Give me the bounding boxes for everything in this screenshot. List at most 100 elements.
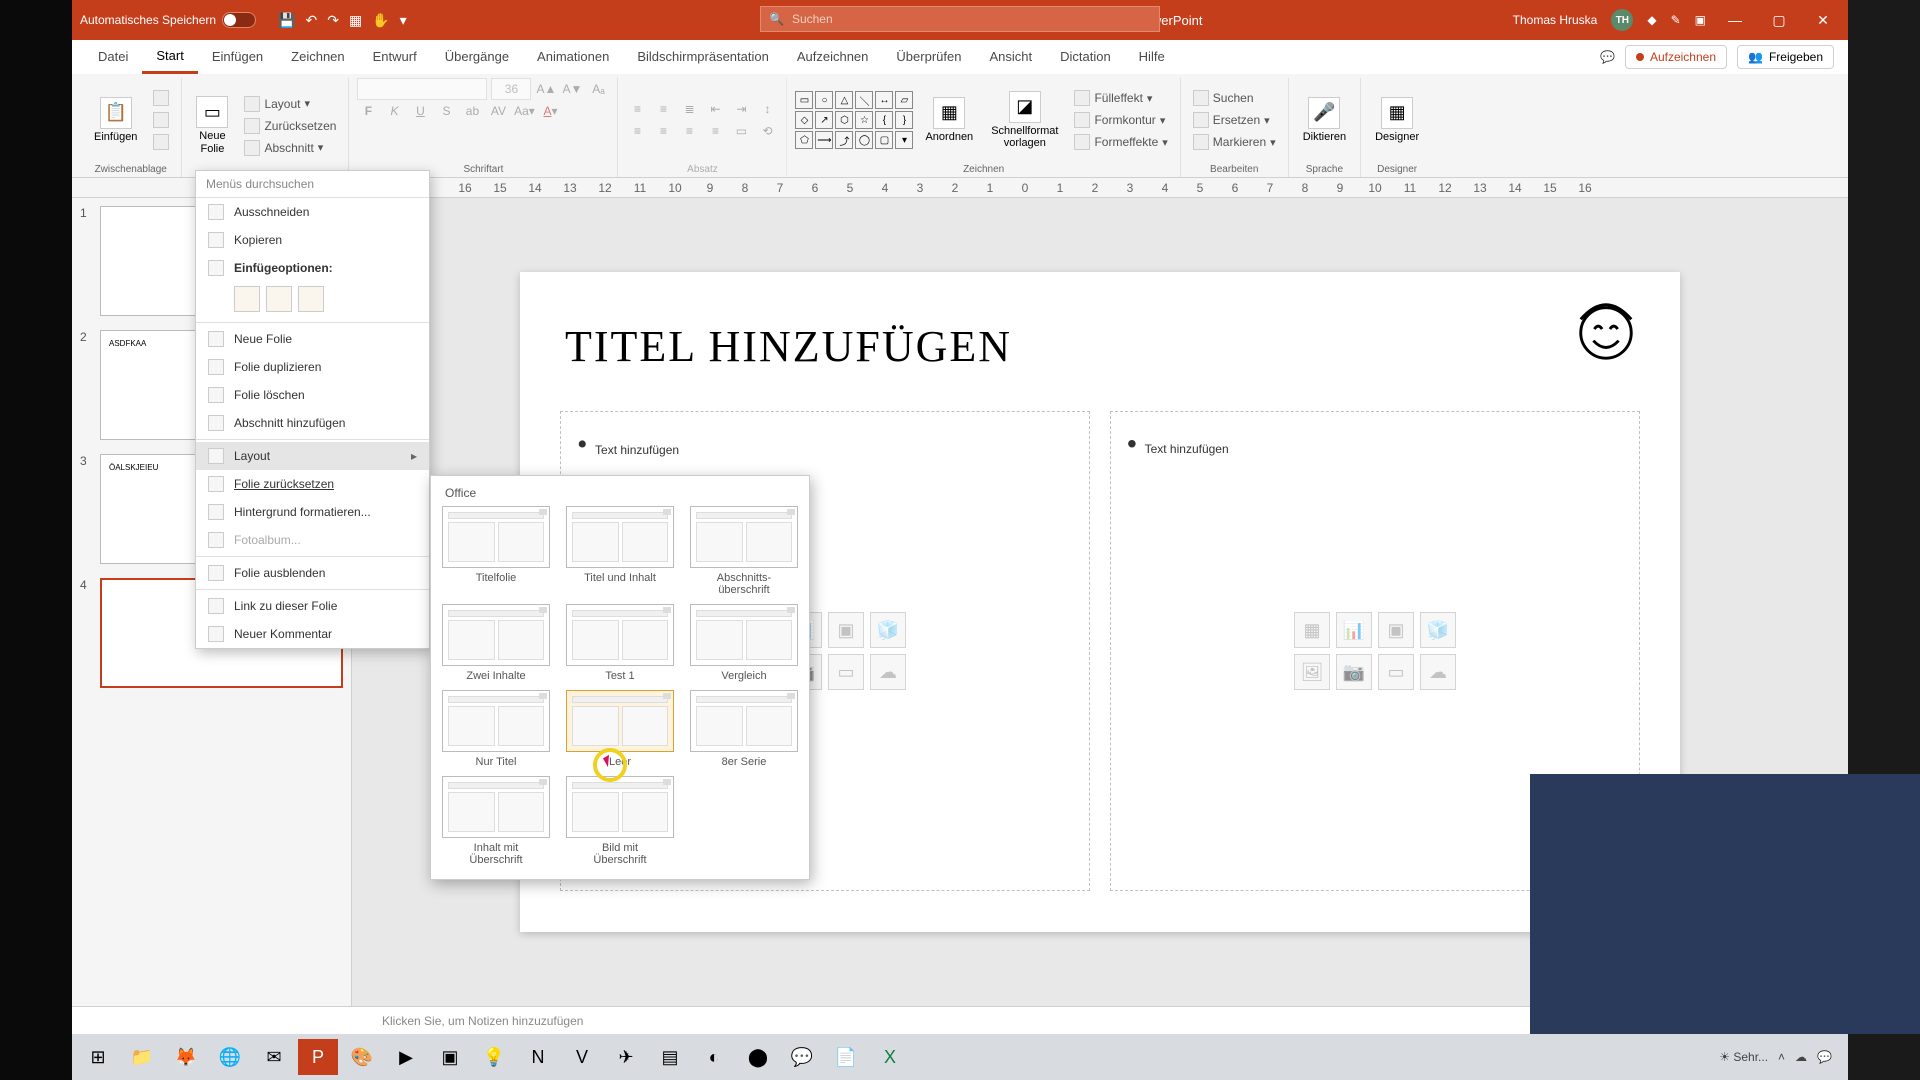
firefox-icon[interactable]: 🦊 <box>166 1039 206 1075</box>
tray-chevron-icon[interactable]: ˄ <box>1778 1050 1785 1064</box>
menu-search[interactable]: Menüs durchsuchen <box>196 171 429 198</box>
layout-option[interactable]: 8er Serie <box>689 690 799 768</box>
slide-title-placeholder[interactable]: TITEL HINZUFÜGEN <box>560 312 1640 381</box>
excel-icon[interactable]: X <box>870 1039 910 1075</box>
bold-button[interactable]: F <box>357 100 379 122</box>
tab-ansicht[interactable]: Ansicht <box>975 41 1046 72</box>
shape-fill-button[interactable]: Fülleffekt▾ <box>1070 88 1171 108</box>
layout-option[interactable]: Titel und Inhalt <box>565 506 675 596</box>
comments-icon[interactable]: 💬 <box>1600 50 1615 64</box>
close-button[interactable]: ✕ <box>1808 5 1838 35</box>
menu-link-to-slide[interactable]: Link zu dieser Folie <box>196 592 429 620</box>
autosave-toggle[interactable]: Automatisches Speichern <box>80 12 256 28</box>
layout-option[interactable]: Vergleich <box>689 604 799 682</box>
app-icon[interactable]: ▣ <box>1695 13 1706 27</box>
menu-cut[interactable]: Ausschneiden <box>196 198 429 226</box>
content-placeholder-icons[interactable]: ▦📊▣🧊🖼📷▭☁ <box>1294 612 1456 690</box>
tab-überprüfen[interactable]: Überprüfen <box>882 41 975 72</box>
tab-bildschirmpräsentation[interactable]: Bildschirmpräsentation <box>623 41 783 72</box>
tray-icon[interactable]: 💬 <box>1817 1050 1832 1064</box>
menu-hide-slide[interactable]: Folie ausblenden <box>196 559 429 587</box>
font-size-select[interactable]: 36 <box>491 78 531 100</box>
copy-button[interactable] <box>149 110 173 130</box>
tab-hilfe[interactable]: Hilfe <box>1125 41 1179 72</box>
layout-option[interactable]: Test 1 <box>565 604 675 682</box>
cut-button[interactable] <box>149 88 173 108</box>
designer-button[interactable]: ▦Designer <box>1369 95 1425 145</box>
layout-option[interactable]: Nur Titel <box>441 690 551 768</box>
italic-button[interactable]: K <box>383 100 405 122</box>
layout-option[interactable]: Titelfolie <box>441 506 551 596</box>
tab-zeichnen[interactable]: Zeichnen <box>277 41 358 72</box>
chrome-icon[interactable]: 🌐 <box>210 1039 250 1075</box>
app-icon[interactable]: 💡 <box>474 1039 514 1075</box>
select-button[interactable]: Markieren▾ <box>1189 132 1280 152</box>
menu-layout[interactable]: Layout▸ <box>196 442 429 470</box>
powerpoint-icon[interactable]: P <box>298 1039 338 1075</box>
paste-option-1[interactable] <box>234 286 260 312</box>
tab-übergänge[interactable]: Übergänge <box>431 41 523 72</box>
obs-icon[interactable]: ⬤ <box>738 1039 778 1075</box>
tab-entwurf[interactable]: Entwurf <box>359 41 431 72</box>
app-icon[interactable]: ▤ <box>650 1039 690 1075</box>
menu-format-background[interactable]: Hintergrund formatieren... <box>196 498 429 526</box>
user-name[interactable]: Thomas Hruska <box>1513 13 1598 27</box>
layout-option[interactable]: Zwei Inhalte <box>441 604 551 682</box>
shape-outline-button[interactable]: Formkontur▾ <box>1070 110 1171 130</box>
new-slide-button[interactable]: ▭Neue Folie <box>190 94 234 156</box>
redo-icon[interactable]: ↷ <box>327 12 339 29</box>
weather-widget[interactable]: ☀ Sehr... <box>1719 1050 1768 1064</box>
start-button[interactable]: ⊞ <box>78 1039 118 1075</box>
replace-button[interactable]: Ersetzen▾ <box>1189 110 1280 130</box>
tab-einfügen[interactable]: Einfügen <box>198 41 277 72</box>
shapes-gallery[interactable]: ▭○△＼↔▱ ◇↗⬡☆{} ⬠⟶⤴◯▢▾ <box>795 91 913 149</box>
font-family-select[interactable] <box>357 78 487 100</box>
paste-option-2[interactable] <box>266 286 292 312</box>
maximize-button[interactable]: ▢ <box>1764 5 1794 35</box>
tab-dictation[interactable]: Dictation <box>1046 41 1125 72</box>
app-icon[interactable]: 📄 <box>826 1039 866 1075</box>
tab-aufzeichnen[interactable]: Aufzeichnen <box>783 41 883 72</box>
layout-button[interactable]: Layout▾ <box>240 94 340 114</box>
paste-button[interactable]: 📋Einfügen <box>88 95 143 145</box>
tab-datei[interactable]: Datei <box>84 41 142 72</box>
font-color-button[interactable]: A▾ <box>539 100 561 122</box>
app-icon[interactable]: ◐ <box>694 1039 734 1075</box>
record-button[interactable]: Aufzeichnen <box>1625 45 1727 69</box>
outlook-icon[interactable]: ✉ <box>254 1039 294 1075</box>
shape-effects-button[interactable]: Formeffekte▾ <box>1070 132 1171 152</box>
search-box[interactable]: 🔍 <box>760 6 1160 32</box>
discord-icon[interactable]: 💬 <box>782 1039 822 1075</box>
menu-duplicate-slide[interactable]: Folie duplizieren <box>196 353 429 381</box>
smiley-icon[interactable] <box>1572 296 1640 364</box>
tray-icon[interactable]: ☁ <box>1795 1050 1807 1064</box>
format-painter-button[interactable] <box>149 132 173 152</box>
paste-option-3[interactable] <box>298 286 324 312</box>
menu-new-slide[interactable]: Neue Folie <box>196 325 429 353</box>
onenote-icon[interactable]: N <box>518 1039 558 1075</box>
menu-delete-slide[interactable]: Folie löschen <box>196 381 429 409</box>
undo-icon[interactable]: ↶ <box>306 12 318 29</box>
app-icon[interactable]: 🎨 <box>342 1039 382 1075</box>
section-button[interactable]: Abschnitt▾ <box>240 138 340 158</box>
find-button[interactable]: Suchen <box>1189 88 1280 108</box>
search-input[interactable] <box>792 12 1151 26</box>
save-icon[interactable]: 💾 <box>278 12 295 29</box>
app-icon[interactable]: V <box>562 1039 602 1075</box>
minimize-button[interactable]: — <box>1720 5 1750 35</box>
layout-option[interactable]: Abschnitts- überschrift <box>689 506 799 596</box>
arrange-button[interactable]: ▦Anordnen <box>919 95 979 145</box>
file-explorer-icon[interactable]: 📁 <box>122 1039 162 1075</box>
vlc-icon[interactable]: ▶ <box>386 1039 426 1075</box>
diamond-icon[interactable]: ◆ <box>1647 13 1656 27</box>
underline-button[interactable]: U <box>409 100 431 122</box>
taskbar[interactable]: ⊞ 📁 🦊 🌐 ✉ P 🎨 ▶ ▣ 💡 N V ✈ ▤ ◐ ⬤ 💬 📄 X ☀ … <box>72 1034 1848 1080</box>
layout-option[interactable]: Inhalt mit Überschrift <box>441 776 551 866</box>
telegram-icon[interactable]: ✈ <box>606 1039 646 1075</box>
reset-button[interactable]: Zurücksetzen <box>240 116 340 136</box>
layout-option[interactable]: Bild mit Überschrift <box>565 776 675 866</box>
dictate-button[interactable]: 🎤Diktieren <box>1297 95 1352 145</box>
quick-styles-button[interactable]: ◪Schnellformat vorlagen <box>985 89 1064 151</box>
tab-animationen[interactable]: Animationen <box>523 41 623 72</box>
more-icon[interactable]: ▾ <box>400 12 407 29</box>
